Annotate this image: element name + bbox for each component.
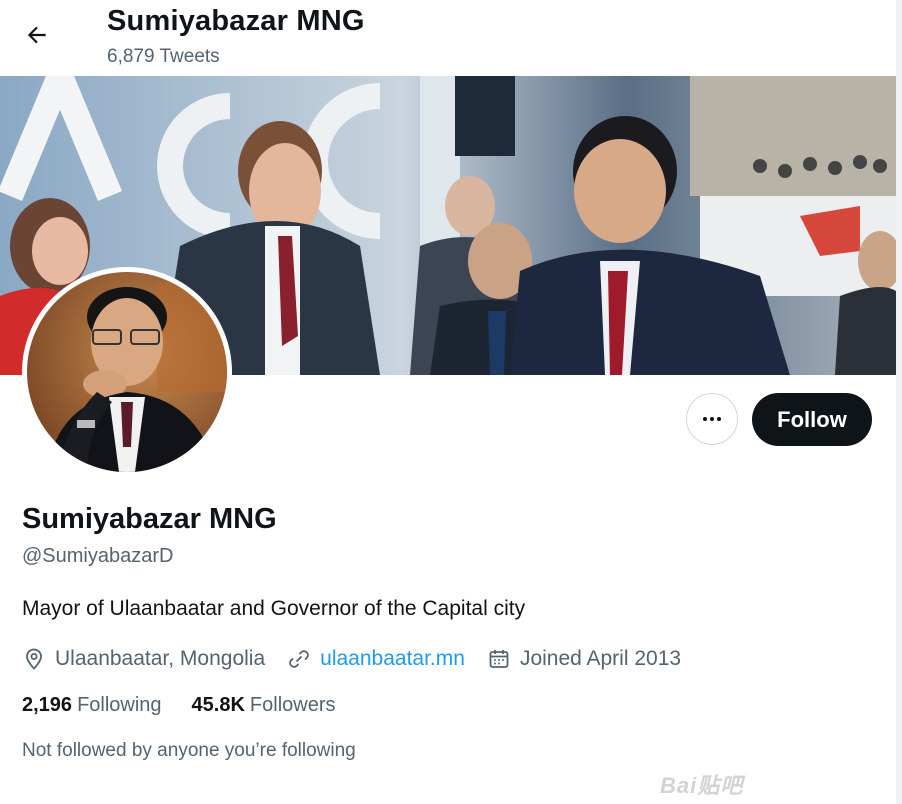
profile-stats: 2,196 Following 45.8K Followers xyxy=(22,694,366,717)
followers-label: Followers xyxy=(249,694,336,716)
profile-header-bar: Sumiyabazar MNG 6,879 Tweets xyxy=(0,0,902,76)
profile-display-name: Sumiyabazar MNG xyxy=(22,503,277,535)
following-count: 2,196 xyxy=(22,694,73,716)
calendar-icon xyxy=(489,650,509,668)
profile-website: ulaanbaatar.mn xyxy=(287,647,465,671)
follow-button[interactable]: Follow xyxy=(752,393,872,446)
social-context-text: Not followed by anyone you’re following xyxy=(22,740,356,761)
followers-count: 45.8K xyxy=(191,694,245,716)
profile-joined: Joined April 2013 xyxy=(487,647,681,671)
following-link[interactable]: 2,196 Following xyxy=(22,694,162,717)
more-horizontal-icon xyxy=(703,417,721,421)
profile-avatar[interactable] xyxy=(22,267,232,477)
arrow-left-icon xyxy=(27,26,46,44)
profile-location: Ulaanbaatar, Mongolia xyxy=(22,647,265,671)
followers-link[interactable]: 45.8K Followers xyxy=(192,694,336,717)
profile-bio: Mayor of Ulaanbaatar and Governor of the… xyxy=(22,597,526,620)
website-link[interactable]: ulaanbaatar.mn xyxy=(320,647,465,671)
scrollbar-track[interactable] xyxy=(896,0,902,804)
back-button[interactable] xyxy=(17,15,57,55)
location-pin-icon xyxy=(26,648,42,670)
location-text: Ulaanbaatar, Mongolia xyxy=(55,647,266,670)
link-icon xyxy=(289,650,309,668)
header-display-name: Sumiyabazar MNG xyxy=(107,5,365,37)
watermark: Bai贴吧 xyxy=(660,773,744,798)
joined-text: Joined April 2013 xyxy=(519,647,682,670)
following-label: Following xyxy=(77,694,162,716)
profile-meta: Ulaanbaatar, Mongolia ulaanbaatar.mn Joi… xyxy=(22,644,703,674)
profile-handle: @SumiyabazarD xyxy=(22,545,174,567)
more-options-button[interactable] xyxy=(686,393,738,445)
header-tweet-count: 6,879 Tweets xyxy=(107,46,220,67)
